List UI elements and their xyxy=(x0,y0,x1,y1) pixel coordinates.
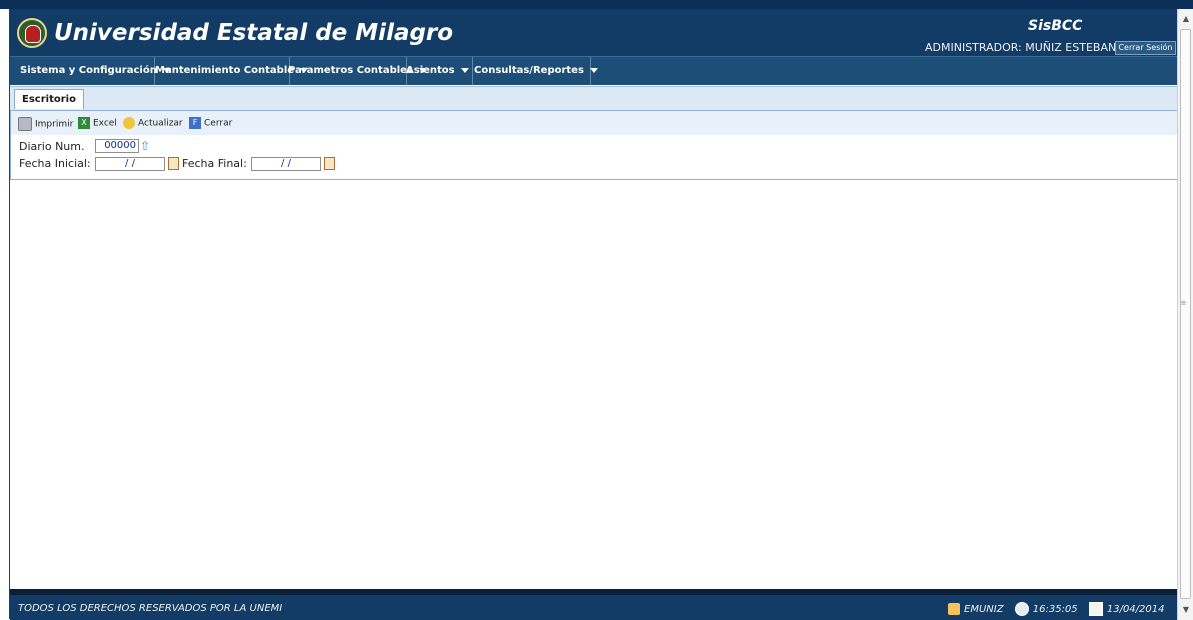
fecha-inicial-label: Fecha Inicial: xyxy=(19,157,91,170)
scroll-thumb[interactable] xyxy=(1180,29,1191,599)
footer: TODOS LOS DERECHOS RESERVADOS POR LA UNE… xyxy=(10,589,1178,620)
footer-username: EMUNIZ xyxy=(964,604,1004,615)
menu-label: Asientos xyxy=(406,65,455,76)
scroll-up-icon[interactable]: ▲ xyxy=(1178,11,1193,27)
toolbar: Imprimir X Excel Actualizar F Cerrar xyxy=(10,110,1179,136)
header: Universidad Estatal de Milagro SisBCC AD… xyxy=(10,9,1178,56)
content-area xyxy=(10,180,1178,589)
filter-form: Diario Num. 00000 ⇧ Fecha Inicial: / / F… xyxy=(10,135,1179,180)
excel-label: Excel xyxy=(93,118,117,129)
arrow-up-icon[interactable]: ⇧ xyxy=(140,139,150,153)
refresh-icon xyxy=(123,117,135,129)
diario-number-field[interactable]: 00000 xyxy=(95,139,139,153)
diario-label: Diario Num. xyxy=(19,140,85,153)
menu-parametros[interactable]: Parametros Contables xyxy=(280,57,427,85)
close-label: Cerrar xyxy=(204,118,233,129)
clock-icon xyxy=(1014,602,1029,616)
top-border xyxy=(0,0,1193,9)
menu-sistema[interactable]: Sistema y Configuración xyxy=(10,57,171,85)
print-button[interactable]: Imprimir xyxy=(18,117,73,131)
footer-time: 16:35:05 xyxy=(1032,604,1078,615)
fecha-final-field[interactable]: / / xyxy=(251,157,321,171)
refresh-label: Actualizar xyxy=(138,118,183,129)
menu-label: Consultas/Reportes xyxy=(474,65,584,76)
chevron-down-icon xyxy=(589,67,598,73)
footer-rights: TODOS LOS DERECHOS RESERVADOS POR LA UNE… xyxy=(18,603,283,614)
footer-date: 13/04/2014 xyxy=(1106,604,1165,615)
footer-divider xyxy=(10,589,1178,595)
menu-label: Sistema y Configuración xyxy=(20,65,157,76)
close-button[interactable]: F Cerrar xyxy=(189,117,232,129)
menu-mantenimiento[interactable]: Mantenimiento Contable xyxy=(145,57,309,85)
scroll-grip-icon: ≡ xyxy=(1180,299,1187,307)
tab-escritorio[interactable]: Escritorio xyxy=(14,89,84,109)
app-name: SisBCC xyxy=(1028,18,1083,34)
menu-consultas[interactable]: Consultas/Reportes xyxy=(466,57,598,85)
calendar-icon[interactable] xyxy=(168,157,179,170)
user-icon xyxy=(948,603,960,615)
menu-label: Parametros Contables xyxy=(288,65,413,76)
main-menu: Sistema y Configuración Mantenimiento Co… xyxy=(10,56,1178,85)
vertical-scrollbar[interactable]: ▲ ≡ ▼ xyxy=(1177,9,1193,620)
print-label: Imprimir xyxy=(35,119,74,130)
close-icon: F xyxy=(189,117,201,129)
excel-button[interactable]: X Excel xyxy=(78,117,117,129)
fecha-final-label: Fecha Final: xyxy=(182,157,247,170)
logout-button[interactable]: Cerrar Sesión xyxy=(1115,41,1176,55)
footer-status: EMUNIZ 16:35:05 13/04/2014 xyxy=(948,602,1164,616)
app-window: Universidad Estatal de Milagro SisBCC AD… xyxy=(9,9,1179,620)
tab-strip: Escritorio xyxy=(10,86,1178,111)
page-title: Universidad Estatal de Milagro xyxy=(54,20,454,46)
calendar-icon xyxy=(1088,602,1103,616)
fecha-inicial-field[interactable]: / / xyxy=(95,157,165,171)
excel-icon: X xyxy=(78,117,90,129)
menu-label: Mantenimiento Contable xyxy=(155,65,295,76)
current-user: ADMINISTRADOR: MUÑIZ ESTEBAN xyxy=(925,41,1117,54)
menu-asientos[interactable]: Asientos xyxy=(399,57,473,85)
university-logo xyxy=(17,18,47,48)
refresh-button[interactable]: Actualizar xyxy=(123,117,183,129)
print-icon xyxy=(18,117,32,131)
scroll-down-icon[interactable]: ▼ xyxy=(1178,602,1193,618)
calendar-icon[interactable] xyxy=(324,157,335,170)
